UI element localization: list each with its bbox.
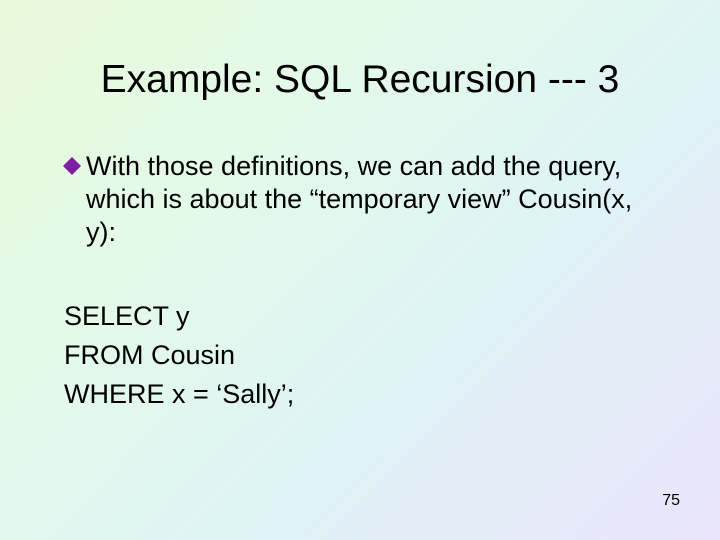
sql-code-block: SELECT y FROM Cousin WHERE x = ‘Sally’; — [64, 297, 658, 414]
bullet-text: With those definitions, we can add the q… — [86, 150, 658, 249]
code-line: WHERE x = ‘Sally’; — [64, 375, 658, 414]
bullet-item: With those definitions, we can add the q… — [62, 150, 658, 249]
code-line: SELECT y — [64, 297, 658, 336]
slide-title: Example: SQL Recursion --- 3 — [0, 58, 720, 102]
code-line: FROM Cousin — [64, 336, 658, 375]
diamond-shape — [63, 157, 81, 175]
page-number: 75 — [662, 492, 680, 510]
slide: Example: SQL Recursion --- 3 With those … — [0, 0, 720, 540]
diamond-bullet-icon — [62, 156, 84, 178]
slide-body: With those definitions, we can add the q… — [62, 150, 658, 414]
